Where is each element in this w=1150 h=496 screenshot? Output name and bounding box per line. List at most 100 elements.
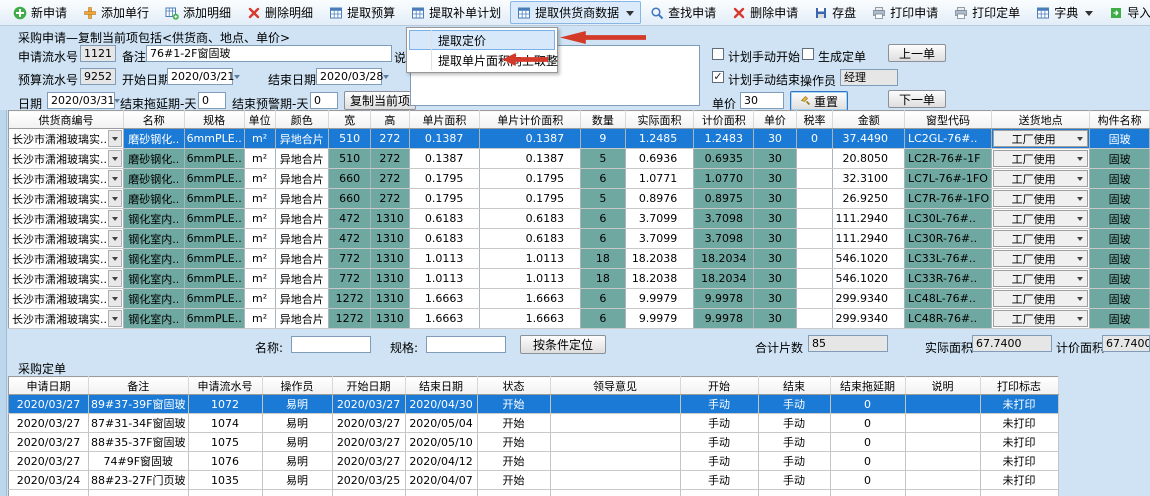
date-picker[interactable]: 2020/03/31 (47, 92, 115, 109)
filter-name-input[interactable] (291, 336, 371, 353)
table-row[interactable]: 长沙市潇湘玻璃实..钢化室内..6mmPLE..m²异地合片127213101.… (9, 309, 1150, 329)
column-header[interactable]: 单位 (244, 111, 275, 129)
chevron-down-icon[interactable] (108, 210, 122, 227)
plan-manual-start-checkbox[interactable] (712, 48, 724, 60)
column-header[interactable]: 结束拖延期 (830, 377, 905, 395)
end-date-picker[interactable]: 2020/03/28 (316, 68, 382, 85)
supplier-cell[interactable]: 长沙市潇湘玻璃实.. (9, 269, 124, 289)
column-header[interactable]: 计价面积 (694, 111, 754, 129)
table-row[interactable]: 2020/03/2488#23-27F门页玻1035易明2020/03/2520… (9, 471, 1059, 490)
toolbar-button-extract-supplier-data[interactable]: 提取供货商数据 (510, 1, 641, 24)
table-row[interactable]: 长沙市潇湘玻璃实..钢化室内..6mmPLE..m²异地合片47213100.6… (9, 209, 1150, 229)
chevron-down-icon[interactable] (108, 290, 122, 307)
column-header[interactable]: 单片计价面积 (480, 111, 581, 129)
delivery-location-dropdown[interactable]: 工厂使用 (992, 229, 1090, 249)
column-header[interactable]: 供货商编号 (9, 111, 124, 129)
table-row[interactable]: 长沙市潇湘玻璃实..磨砂钢化..6mmPLE..m²异地合片5102720.13… (9, 149, 1150, 169)
table-row[interactable]: 长沙市潇湘玻璃实..钢化室内..6mmPLE..m²异地合片77213101.0… (9, 249, 1150, 269)
toolbar-button-extract-supplement-plan[interactable]: 提取补单计划 (404, 1, 508, 24)
chevron-down-icon[interactable] (108, 310, 122, 327)
column-header[interactable]: 单价 (754, 111, 796, 129)
table-row[interactable]: 长沙市潇湘玻璃实..钢化室内..6mmPLE..m²异地合片47213100.6… (9, 229, 1150, 249)
column-header[interactable]: 申请流水号 (188, 377, 262, 395)
table-row[interactable]: 2020/03/2787#31-34F窗固玻1074易明2020/03/2720… (9, 414, 1059, 433)
supplier-cell[interactable]: 长沙市潇湘玻璃实.. (9, 229, 124, 249)
table-row[interactable]: 长沙市潇湘玻璃实..磨砂钢化..6mmPLE..m²异地合片6602720.17… (9, 169, 1150, 189)
table-row[interactable]: 长沙市潇湘玻璃实..磨砂钢化..6mmPLE..m²异地合片6602720.17… (9, 189, 1150, 209)
copy-current-button[interactable]: 复制当前项 (344, 91, 416, 110)
remark-field[interactable]: 76#1-2F窗固玻 (146, 45, 392, 62)
supplier-cell[interactable]: 长沙市潇湘玻璃实.. (9, 169, 124, 189)
toolbar-button-search-request[interactable]: 查找申请 (643, 1, 723, 24)
supplier-cell[interactable]: 长沙市潇湘玻璃实.. (9, 249, 124, 269)
locate-by-condition-button[interactable]: 按条件定位 (520, 335, 606, 354)
column-header[interactable]: 规格 (184, 111, 244, 129)
column-header[interactable]: 状态 (477, 377, 550, 395)
chevron-down-icon[interactable] (108, 230, 122, 247)
toolbar-button-add-detail[interactable]: 添加明细 (158, 1, 238, 24)
column-header[interactable]: 税率 (796, 111, 833, 129)
column-header[interactable]: 结束日期 (405, 377, 477, 395)
generate-order-checkbox[interactable] (802, 48, 814, 60)
table-row[interactable]: 长沙市潇湘玻璃实..磨砂钢化..6mmPLE..m²异地合片5102720.13… (9, 129, 1150, 149)
start-date-picker[interactable]: 2020/03/21 (167, 68, 233, 85)
column-header[interactable]: 宽 (329, 111, 371, 129)
toolbar-button-import-data[interactable]: 导入数据 (1102, 1, 1150, 24)
warn-days-field[interactable]: 0 (310, 92, 338, 109)
table-row[interactable]: 长沙市潇湘玻璃实..钢化室内..6mmPLE..m²异地合片127213101.… (9, 289, 1150, 309)
column-header[interactable]: 申请日期 (9, 377, 89, 395)
column-header[interactable]: 开始 (680, 377, 758, 395)
chevron-down-icon[interactable] (108, 250, 122, 267)
next-order-button[interactable]: 下一单 (888, 90, 946, 108)
toolbar-button-save[interactable]: 存盘 (807, 1, 863, 24)
filter-spec-input[interactable] (426, 336, 506, 353)
toolbar-button-delete-request[interactable]: 删除申请 (725, 1, 805, 24)
column-header[interactable]: 说明 (905, 377, 980, 395)
delivery-location-dropdown[interactable]: 工厂使用 (992, 289, 1090, 309)
delivery-location-dropdown[interactable]: 工厂使用 (992, 309, 1090, 329)
toolbar-button-add-row[interactable]: 添加单行 (76, 1, 156, 24)
column-header[interactable]: 领导意见 (550, 377, 680, 395)
budget-no-field[interactable]: 9252 (80, 68, 116, 85)
column-header[interactable]: 打印标志 (980, 377, 1058, 395)
delivery-location-dropdown[interactable]: 工厂使用 (992, 149, 1090, 169)
delivery-location-dropdown[interactable]: 工厂使用 (992, 189, 1090, 209)
delivery-location-dropdown[interactable]: 工厂使用 (992, 269, 1090, 289)
table-row[interactable]: 2020/03/2789#37-39F窗固玻1072易明2020/03/2720… (9, 395, 1059, 414)
chevron-down-icon[interactable] (626, 11, 634, 20)
chevron-down-icon[interactable] (108, 170, 122, 187)
table-row[interactable] (9, 490, 1059, 496)
column-header[interactable]: 数量 (581, 111, 626, 129)
column-header[interactable]: 构件名称 (1090, 111, 1150, 129)
toolbar-button-print-order[interactable]: 打印定单 (947, 1, 1027, 24)
toolbar-button-extract-budget[interactable]: 提取预算 (322, 1, 402, 24)
request-no-field[interactable]: 1121 (80, 45, 116, 62)
chevron-down-icon[interactable] (108, 270, 122, 287)
column-header[interactable]: 结束 (758, 377, 830, 395)
supplier-cell[interactable]: 长沙市潇湘玻璃实.. (9, 189, 124, 209)
chevron-down-icon[interactable] (108, 150, 122, 167)
supplier-cell[interactable]: 长沙市潇湘玻璃实.. (9, 209, 124, 229)
toolbar-button-new-request[interactable]: 新申请 (6, 1, 74, 24)
column-header[interactable]: 颜色 (275, 111, 329, 129)
delivery-location-dropdown[interactable]: 工厂使用 (992, 209, 1090, 229)
table-row[interactable]: 长沙市潇湘玻璃实..钢化室内..6mmPLE..m²异地合片77213101.0… (9, 269, 1150, 289)
supplier-cell[interactable]: 长沙市潇湘玻璃实.. (9, 309, 124, 329)
reset-button[interactable]: 重置 (790, 91, 848, 111)
table-row[interactable]: 2020/03/2788#35-37F窗固玻1075易明2020/03/2720… (9, 433, 1059, 452)
delivery-location-dropdown[interactable]: 工厂使用 (992, 129, 1090, 149)
unit-price-field[interactable]: 30 (740, 92, 784, 109)
column-header[interactable]: 实际面积 (625, 111, 694, 129)
column-header[interactable]: 送货地点 (992, 111, 1090, 129)
delivery-location-dropdown[interactable]: 工厂使用 (992, 249, 1090, 269)
delivery-location-dropdown[interactable]: 工厂使用 (992, 169, 1090, 189)
column-header[interactable]: 开始日期 (332, 377, 405, 395)
menu-item[interactable]: 提取定价 (409, 30, 555, 50)
column-header[interactable]: 单片面积 (409, 111, 480, 129)
supplier-cell[interactable]: 长沙市潇湘玻璃实.. (9, 129, 124, 149)
chevron-down-icon[interactable] (1085, 11, 1093, 20)
delay-days-field[interactable]: 0 (198, 92, 226, 109)
supplier-cell[interactable]: 长沙市潇湘玻璃实.. (9, 289, 124, 309)
supplier-cell[interactable]: 长沙市潇湘玻璃实.. (9, 149, 124, 169)
column-header[interactable]: 金额 (833, 111, 905, 129)
